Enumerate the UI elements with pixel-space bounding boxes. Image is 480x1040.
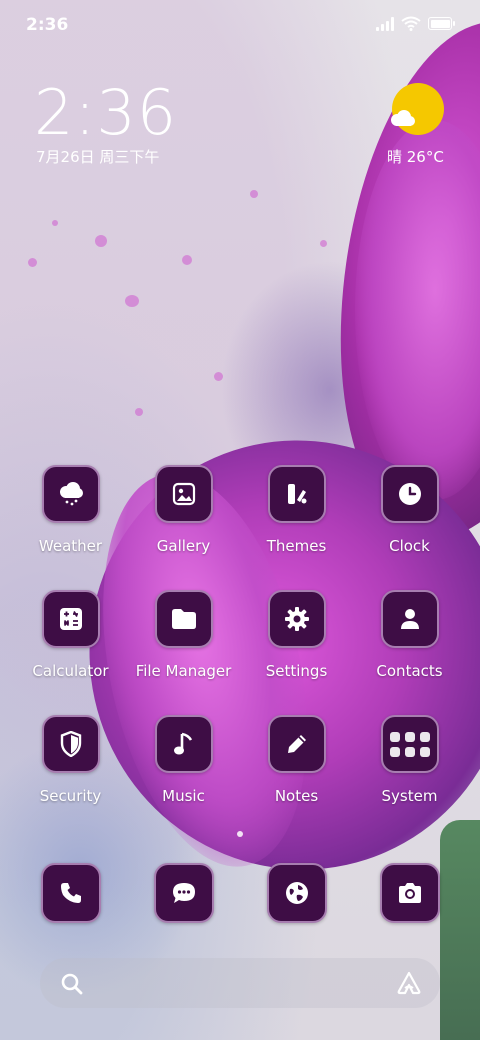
app-file-manager[interactable]: File Manager <box>127 590 240 680</box>
gear-icon <box>267 590 326 648</box>
dock-camera[interactable] <box>353 863 466 923</box>
image-icon <box>154 465 213 523</box>
chat-icon <box>153 863 214 923</box>
app-label: Weather <box>38 537 103 555</box>
camera-icon <box>379 863 440 923</box>
status-bar: 2:36 <box>0 0 480 50</box>
app-label: Clock <box>389 537 430 555</box>
home-search-bar[interactable] <box>40 958 440 1008</box>
folder-icon <box>154 590 213 648</box>
phone-icon <box>40 863 101 923</box>
app-label: Security <box>39 787 102 805</box>
app-themes[interactable]: Themes <box>240 465 353 555</box>
app-label: Notes <box>274 787 319 805</box>
clock-icon <box>380 465 439 523</box>
app-label: System <box>381 787 438 805</box>
app-music[interactable]: Music <box>127 715 240 805</box>
dock-phone[interactable] <box>14 863 127 923</box>
app-label: Contacts <box>376 662 443 680</box>
themes-icon <box>267 465 326 523</box>
app-label: Music <box>162 787 205 805</box>
dock-browser[interactable] <box>240 863 353 923</box>
cloud-rain-icon <box>41 465 100 523</box>
app-notes[interactable]: Notes <box>240 715 353 805</box>
page-dot-active <box>237 831 243 837</box>
dock-messages[interactable] <box>127 863 240 923</box>
weather-summary: 晴 26°C <box>387 148 444 166</box>
music-note-icon <box>154 715 213 773</box>
assistant-icon[interactable] <box>396 971 422 995</box>
wifi-icon <box>401 16 421 31</box>
app-contacts[interactable]: Contacts <box>353 590 466 680</box>
person-icon <box>380 590 439 648</box>
app-calculator[interactable]: Calculator <box>14 590 127 680</box>
app-weather[interactable]: Weather <box>14 465 127 555</box>
globe-icon <box>266 863 327 923</box>
pencil-icon <box>267 715 326 773</box>
sun-icon[interactable] <box>391 83 444 135</box>
battery-icon <box>428 17 455 30</box>
app-label: Gallery <box>156 537 211 555</box>
cloud-icon <box>391 110 415 126</box>
page-indicator <box>0 831 480 837</box>
calculator-icon <box>41 590 100 648</box>
app-label: Settings <box>265 662 328 680</box>
app-security[interactable]: Security <box>14 715 127 805</box>
clock-widget-time[interactable]: 2:36 <box>34 76 177 149</box>
shield-icon <box>41 715 100 773</box>
status-time: 2:36 <box>26 15 69 35</box>
app-clock[interactable]: Clock <box>353 465 466 555</box>
search-icon[interactable] <box>60 972 84 996</box>
signal-icon <box>376 16 394 31</box>
app-gallery[interactable]: Gallery <box>127 465 240 555</box>
app-label: Themes <box>266 537 327 555</box>
app-label: Calculator <box>32 662 109 680</box>
clock-widget-date: 7月26日 周三下午 <box>36 148 160 166</box>
app-settings[interactable]: Settings <box>240 590 353 680</box>
app-label: File Manager <box>135 662 232 680</box>
app-system-folder[interactable]: System <box>353 715 466 805</box>
folder-grid-icon <box>380 715 439 773</box>
